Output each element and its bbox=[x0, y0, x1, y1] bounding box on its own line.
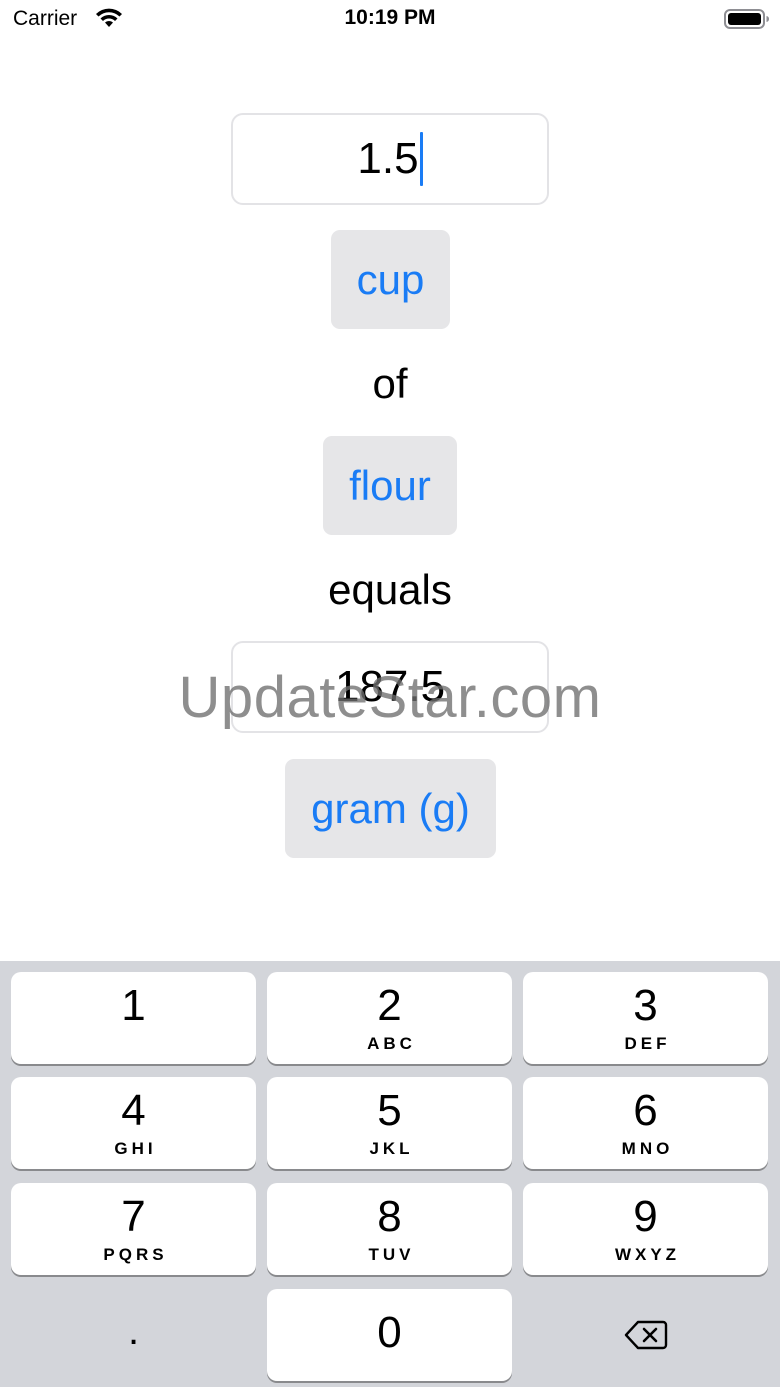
key-3[interactable]: 3 DEF bbox=[523, 972, 768, 1064]
key-9[interactable]: 9 WXYZ bbox=[523, 1183, 768, 1275]
result-value: 187.5 bbox=[334, 662, 446, 711]
key-digit: 6 bbox=[633, 1086, 658, 1135]
key-digit: 0 bbox=[377, 1308, 402, 1357]
from-unit-label: cup bbox=[356, 255, 425, 303]
key-digit: 8 bbox=[377, 1192, 402, 1241]
backspace-icon bbox=[624, 1320, 667, 1350]
key-0[interactable]: 0 bbox=[267, 1289, 512, 1381]
key-letters: DEF bbox=[624, 1034, 671, 1053]
key-digit: 5 bbox=[377, 1086, 402, 1135]
decimal-key[interactable]: . bbox=[11, 1289, 256, 1381]
ingredient-label: flour bbox=[349, 461, 431, 509]
text-cursor bbox=[419, 132, 423, 186]
key-2[interactable]: 2 ABC bbox=[267, 972, 512, 1064]
key-letters: TUV bbox=[368, 1245, 415, 1264]
decimal-label: . bbox=[127, 1308, 140, 1353]
key-6[interactable]: 6 MNO bbox=[523, 1077, 768, 1169]
key-digit: 3 bbox=[633, 981, 658, 1030]
key-letters: PQRS bbox=[103, 1245, 168, 1264]
key-7[interactable]: 7 PQRS bbox=[11, 1183, 256, 1275]
key-5[interactable]: 5 JKL bbox=[267, 1077, 512, 1169]
key-digit: 4 bbox=[121, 1086, 146, 1135]
key-digit: 9 bbox=[633, 1192, 658, 1241]
key-digit: 2 bbox=[377, 981, 402, 1030]
amount-input[interactable]: 1.5 bbox=[231, 113, 549, 205]
key-4[interactable]: 4 GHI bbox=[11, 1077, 256, 1169]
status-bar: Carrier 10:19 PM bbox=[0, 0, 780, 40]
to-unit-label: gram (g) bbox=[311, 784, 470, 832]
key-letters: MNO bbox=[621, 1139, 674, 1158]
to-unit-button[interactable]: gram (g) bbox=[285, 759, 496, 858]
of-label: of bbox=[372, 360, 408, 407]
clock: 10:19 PM bbox=[344, 6, 436, 29]
key-digit: 1 bbox=[121, 981, 146, 1030]
battery-icon bbox=[724, 9, 769, 29]
from-unit-button[interactable]: cup bbox=[331, 230, 450, 329]
key-letters: ABC bbox=[367, 1034, 416, 1053]
key-letters: WXYZ bbox=[614, 1245, 681, 1264]
equals-label: equals bbox=[328, 566, 452, 613]
key-digit: 7 bbox=[121, 1192, 146, 1241]
key-letters: JKL bbox=[369, 1139, 414, 1158]
numeric-keypad: 1 2 ABC 3 DEF 4 GHI 5 JKL 6 MNO 7 PQRS 8… bbox=[0, 961, 780, 1387]
key-8[interactable]: 8 TUV bbox=[267, 1183, 512, 1275]
ingredient-button[interactable]: flour bbox=[323, 436, 457, 535]
result-field[interactable]: 187.5 bbox=[231, 641, 549, 733]
amount-value: 1.5 bbox=[357, 134, 419, 183]
key-letters: GHI bbox=[114, 1139, 157, 1158]
delete-key[interactable] bbox=[523, 1289, 768, 1381]
key-1[interactable]: 1 bbox=[11, 972, 256, 1064]
